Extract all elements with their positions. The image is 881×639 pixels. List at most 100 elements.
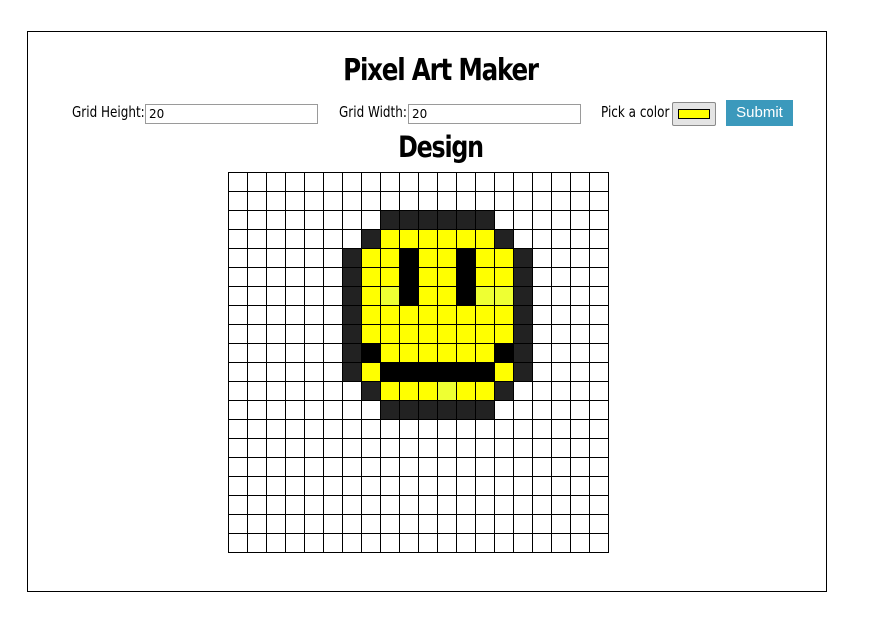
grid-cell[interactable] [475, 381, 495, 401]
grid-cell[interactable] [361, 210, 381, 230]
grid-cell[interactable] [285, 305, 305, 325]
grid-cell[interactable] [266, 533, 286, 553]
grid-cell[interactable] [399, 210, 419, 230]
grid-cell[interactable] [418, 362, 438, 382]
grid-cell[interactable] [342, 172, 362, 192]
grid-cell[interactable] [342, 286, 362, 306]
grid-cell[interactable] [494, 191, 514, 211]
grid-cell[interactable] [323, 362, 343, 382]
grid-cell[interactable] [266, 419, 286, 439]
grid-cell[interactable] [494, 286, 514, 306]
grid-cell[interactable] [551, 362, 571, 382]
grid-cell[interactable] [285, 343, 305, 363]
grid-cell[interactable] [266, 514, 286, 534]
grid-cell[interactable] [532, 229, 552, 249]
grid-cell[interactable] [551, 419, 571, 439]
grid-cell[interactable] [456, 419, 476, 439]
grid-cell[interactable] [551, 267, 571, 287]
grid-cell[interactable] [570, 476, 590, 496]
grid-cell[interactable] [304, 191, 324, 211]
grid-cell[interactable] [247, 343, 267, 363]
grid-cell[interactable] [551, 438, 571, 458]
grid-cell[interactable] [513, 381, 533, 401]
grid-cell[interactable] [361, 229, 381, 249]
grid-cell[interactable] [247, 267, 267, 287]
grid-cell[interactable] [456, 248, 476, 268]
grid-cell[interactable] [475, 343, 495, 363]
grid-cell[interactable] [418, 305, 438, 325]
grid-cell[interactable] [513, 457, 533, 477]
grid-cell[interactable] [399, 419, 419, 439]
grid-cell[interactable] [532, 172, 552, 192]
grid-cell[interactable] [570, 438, 590, 458]
grid-cell[interactable] [323, 400, 343, 420]
grid-cell[interactable] [285, 495, 305, 515]
grid-cell[interactable] [475, 172, 495, 192]
grid-cell[interactable] [380, 533, 400, 553]
grid-cell[interactable] [418, 343, 438, 363]
grid-cell[interactable] [247, 305, 267, 325]
grid-cell[interactable] [418, 457, 438, 477]
grid-cell[interactable] [418, 400, 438, 420]
grid-cell[interactable] [323, 495, 343, 515]
grid-cell[interactable] [437, 343, 457, 363]
grid-cell[interactable] [399, 191, 419, 211]
grid-cell[interactable] [342, 400, 362, 420]
grid-cell[interactable] [513, 305, 533, 325]
grid-cell[interactable] [532, 248, 552, 268]
grid-cell[interactable] [361, 343, 381, 363]
grid-cell[interactable] [532, 457, 552, 477]
grid-cell[interactable] [532, 210, 552, 230]
grid-cell[interactable] [323, 438, 343, 458]
grid-cell[interactable] [494, 419, 514, 439]
grid-cell[interactable] [437, 172, 457, 192]
grid-cell[interactable] [361, 476, 381, 496]
grid-cell[interactable] [456, 324, 476, 344]
grid-cell[interactable] [532, 476, 552, 496]
grid-cell[interactable] [228, 210, 248, 230]
grid-cell[interactable] [437, 514, 457, 534]
grid-cell[interactable] [551, 495, 571, 515]
grid-cell[interactable] [532, 267, 552, 287]
grid-cell[interactable] [475, 514, 495, 534]
grid-cell[interactable] [304, 438, 324, 458]
grid-cell[interactable] [323, 191, 343, 211]
grid-cell[interactable] [551, 533, 571, 553]
grid-cell[interactable] [304, 248, 324, 268]
grid-cell[interactable] [342, 362, 362, 382]
grid-cell[interactable] [323, 267, 343, 287]
grid-cell[interactable] [361, 495, 381, 515]
grid-cell[interactable] [285, 533, 305, 553]
grid-cell[interactable] [532, 362, 552, 382]
grid-cell[interactable] [228, 362, 248, 382]
grid-cell[interactable] [513, 476, 533, 496]
grid-cell[interactable] [475, 495, 495, 515]
grid-cell[interactable] [247, 457, 267, 477]
grid-cell[interactable] [304, 400, 324, 420]
grid-cell[interactable] [589, 172, 609, 192]
grid-cell[interactable] [399, 172, 419, 192]
grid-cell[interactable] [418, 476, 438, 496]
grid-cell[interactable] [247, 438, 267, 458]
grid-cell[interactable] [475, 438, 495, 458]
grid-cell[interactable] [342, 305, 362, 325]
grid-cell[interactable] [456, 362, 476, 382]
grid-cell[interactable] [247, 400, 267, 420]
grid-cell[interactable] [266, 191, 286, 211]
grid-cell[interactable] [475, 362, 495, 382]
grid-cell[interactable] [380, 495, 400, 515]
grid-cell[interactable] [380, 286, 400, 306]
grid-cell[interactable] [285, 476, 305, 496]
grid-cell[interactable] [399, 514, 419, 534]
grid-cell[interactable] [304, 172, 324, 192]
grid-cell[interactable] [418, 286, 438, 306]
grid-cell[interactable] [513, 191, 533, 211]
grid-cell[interactable] [532, 343, 552, 363]
grid-cell[interactable] [532, 286, 552, 306]
grid-cell[interactable] [589, 191, 609, 211]
grid-cell[interactable] [532, 305, 552, 325]
grid-cell[interactable] [266, 229, 286, 249]
grid-cell[interactable] [437, 210, 457, 230]
grid-cell[interactable] [380, 438, 400, 458]
grid-cell[interactable] [513, 210, 533, 230]
